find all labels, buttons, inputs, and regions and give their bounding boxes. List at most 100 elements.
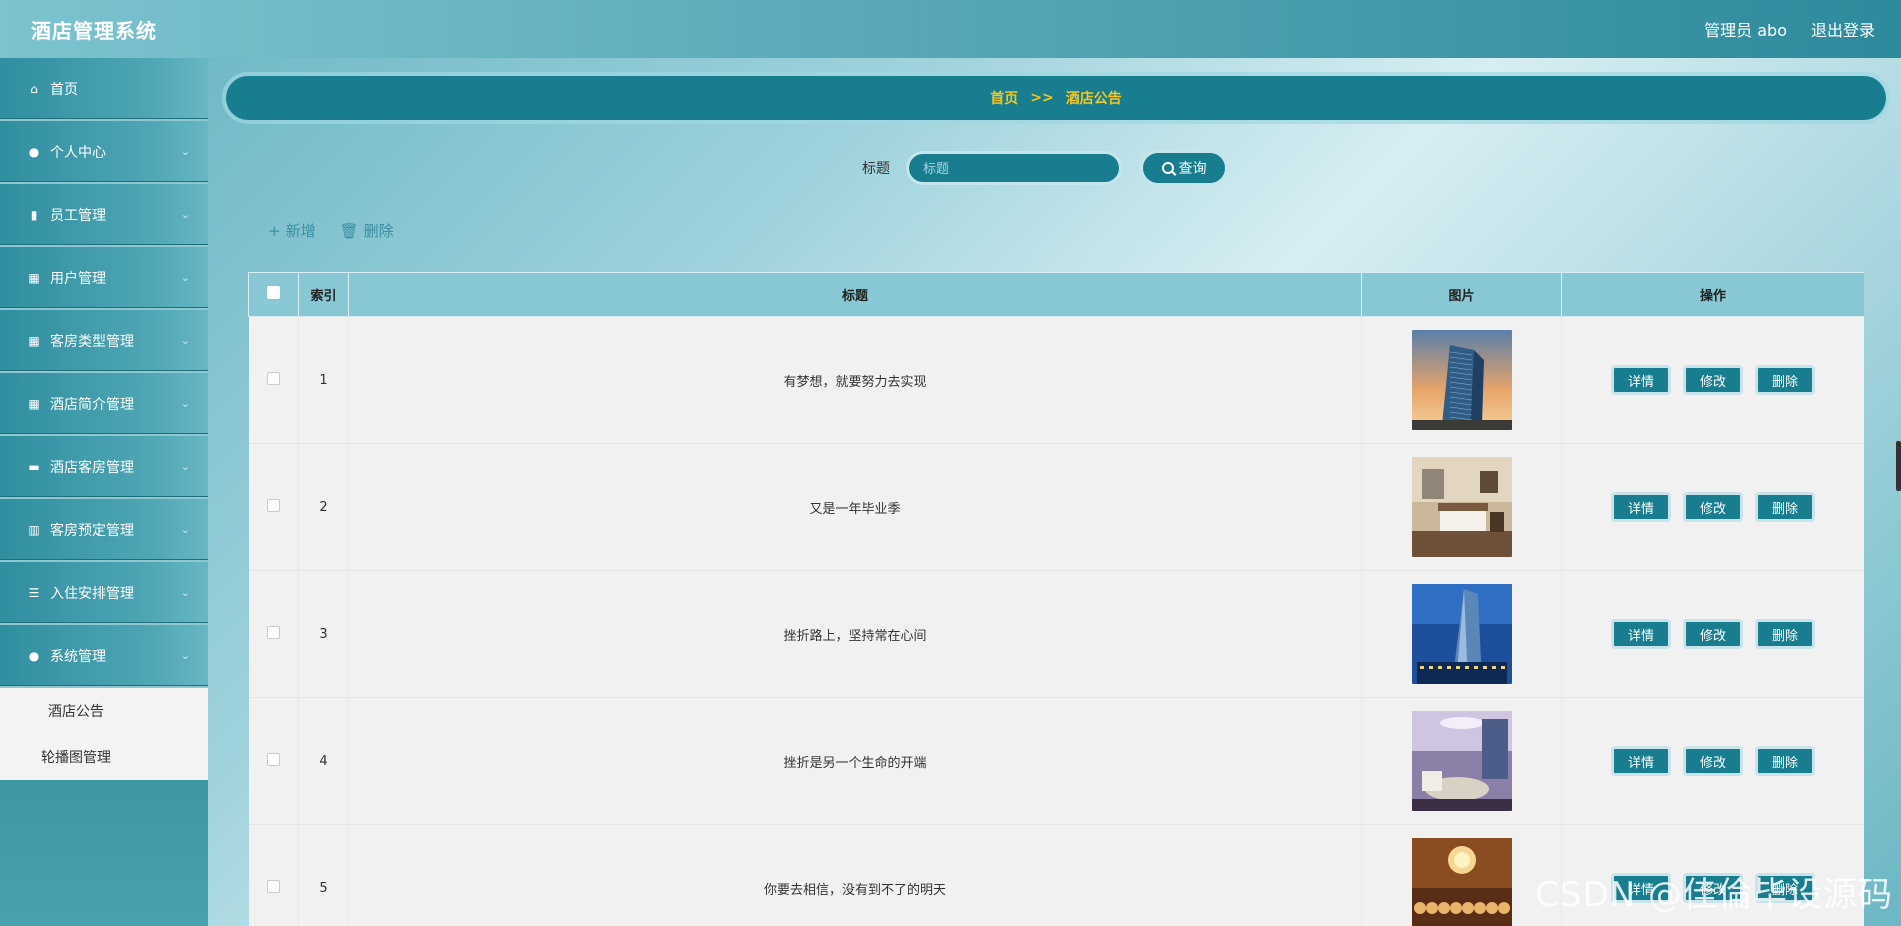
logout-link[interactable]: 退出登录 <box>1811 17 1875 41</box>
edit-button[interactable]: 修改 <box>1683 619 1743 649</box>
row-delete-button[interactable]: 删除 <box>1755 365 1815 395</box>
title-search-input[interactable] <box>906 151 1122 185</box>
row-delete-button[interactable]: 删除 <box>1755 492 1815 522</box>
select-cell <box>248 443 299 571</box>
row-delete-button[interactable]: 删除 <box>1755 619 1815 649</box>
edit-button[interactable]: 修改 <box>1683 365 1743 395</box>
grid-icon: ▦ <box>28 333 40 348</box>
announcement-image[interactable] <box>1362 838 1561 926</box>
index-cell: 2 <box>298 443 349 571</box>
image-cell <box>1361 570 1562 698</box>
submenu-item-0[interactable]: 酒店公告 <box>0 688 208 734</box>
scrollbar-thumb[interactable] <box>1896 441 1901 491</box>
actions-cell: 详情 修改 删除 <box>1561 443 1864 571</box>
sidebar-item-3[interactable]: ▦ 用户管理 ⌄ <box>0 247 208 310</box>
chevron-down-icon: ⌄ <box>180 208 190 221</box>
query-button[interactable]: 查询 <box>1140 150 1228 186</box>
edit-button[interactable]: 修改 <box>1683 746 1743 776</box>
detail-button[interactable]: 详情 <box>1611 619 1671 649</box>
index-cell: 5 <box>298 824 349 926</box>
row-checkbox[interactable] <box>266 879 280 893</box>
sidebar-item-0[interactable]: ⌂ 首页 <box>0 58 208 121</box>
sidebar-item-8[interactable]: ☰ 入住安排管理 ⌄ <box>0 562 208 625</box>
sidebar-item-label: 酒店客房管理 <box>50 459 134 476</box>
select-all-cell <box>248 272 299 317</box>
sidebar-item-label: 客房预定管理 <box>50 522 134 539</box>
sidebar-item-4[interactable]: ▦ 客房类型管理 ⌄ <box>0 310 208 373</box>
trash-icon: 🗑 <box>339 221 359 240</box>
breadcrumb-current: 酒店公告 <box>1065 91 1122 107</box>
chevron-down-icon: ⌄ <box>180 649 190 662</box>
select-all-checkbox[interactable] <box>267 286 280 299</box>
grid-icon: ▦ <box>28 396 40 411</box>
sidebar-item-5[interactable]: ▦ 酒店简介管理 ⌄ <box>0 373 208 436</box>
bar-chart-icon: ▥ <box>28 522 40 537</box>
sidebar-item-label: 个人中心 <box>50 144 106 161</box>
select-cell <box>248 316 299 444</box>
admin-user-label[interactable]: 管理员 abo <box>1704 17 1787 41</box>
column-header-title: 标题 <box>348 272 1362 317</box>
chevron-down-icon: ⌄ <box>180 145 190 158</box>
sidebar-item-1[interactable]: ● 个人中心 ⌄ <box>0 121 208 184</box>
plus-icon: + <box>268 221 281 240</box>
image-cell <box>1361 443 1562 571</box>
sidebar-item-label: 用户管理 <box>50 270 106 287</box>
app-title: 酒店管理系统 <box>31 18 157 43</box>
delete-button-label: 删除 <box>363 222 394 240</box>
top-header: 酒店管理系统 管理员 abo 退出登录 <box>0 0 1901 58</box>
sidebar-item-9[interactable]: ● 系统管理 ⌄ <box>0 625 208 688</box>
select-cell <box>248 697 299 825</box>
table-row: 1 有梦想，就要努力去实现 详情 修改 删除 <box>248 316 1864 444</box>
home-icon: ⌂ <box>30 81 38 96</box>
table-row: 2 又是一年毕业季 详情 修改 删除 <box>248 443 1864 571</box>
title-cell: 又是一年毕业季 <box>348 443 1362 571</box>
announcement-image[interactable] <box>1362 330 1561 430</box>
sidebar-item-2[interactable]: ▮ 员工管理 ⌄ <box>0 184 208 247</box>
detail-button[interactable]: 详情 <box>1611 746 1671 776</box>
sidebar-item-7[interactable]: ▥ 客房预定管理 ⌄ <box>0 499 208 562</box>
row-delete-button[interactable]: 删除 <box>1755 746 1815 776</box>
detail-button[interactable]: 详情 <box>1611 492 1671 522</box>
building-icon: ▮ <box>30 207 38 222</box>
title-cell: 你要去相信，没有到不了的明天 <box>348 824 1362 926</box>
grid-icon: ▦ <box>28 270 40 285</box>
user-icon: ● <box>28 144 40 159</box>
row-checkbox[interactable] <box>266 498 280 512</box>
column-header-image: 图片 <box>1361 272 1562 317</box>
image-cell <box>1361 316 1562 444</box>
table-row: 4 挫折是另一个生命的开端 详情 修改 删除 <box>248 697 1864 825</box>
watermark: CSDN @佳倫毕设源码 <box>1535 875 1893 915</box>
announcement-image[interactable] <box>1362 457 1561 557</box>
user-icon: ● <box>28 648 40 663</box>
sidebar-item-label: 系统管理 <box>50 648 106 665</box>
chevron-down-icon: ⌄ <box>180 586 190 599</box>
row-checkbox[interactable] <box>266 625 280 639</box>
table-header-row: 索引 标题 图片 操作 <box>248 272 1864 317</box>
detail-button[interactable]: 详情 <box>1611 365 1671 395</box>
breadcrumb: 首页 >> 酒店公告 <box>226 76 1886 120</box>
actions-cell: 详情 修改 删除 <box>1561 316 1864 444</box>
select-cell <box>248 824 299 926</box>
sidebar-item-label: 首页 <box>50 81 78 98</box>
chevron-down-icon: ⌄ <box>180 271 190 284</box>
actions-cell: 详情 修改 删除 <box>1561 697 1864 825</box>
column-header-index: 索引 <box>298 272 349 317</box>
breadcrumb-home[interactable]: 首页 <box>990 88 1018 108</box>
action-row: + 新增 🗑 删除 <box>268 220 394 241</box>
title-cell: 挫折是另一个生命的开端 <box>348 697 1362 825</box>
sidebar-item-6[interactable]: ▬ 酒店客房管理 ⌄ <box>0 436 208 499</box>
announcement-image[interactable] <box>1362 584 1561 684</box>
row-checkbox[interactable] <box>266 371 280 385</box>
add-button[interactable]: + 新增 <box>268 220 316 241</box>
sidebar: ⌂ 首页 ● 个人中心 ⌄ ▮ 员工管理 ⌄ ▦ 用户管理 ⌄ ▦ 客房类型管理 ⌄ ▦ 酒店简介管理 ⌄ ▬ 酒店… <box>0 58 208 926</box>
actions-cell: 详情 修改 删除 <box>1561 570 1864 698</box>
submenu-item-1[interactable]: 轮播图管理 <box>0 734 208 780</box>
edit-button[interactable]: 修改 <box>1683 492 1743 522</box>
index-cell: 1 <box>298 316 349 444</box>
row-checkbox[interactable] <box>266 752 280 766</box>
delete-button[interactable]: 🗑 删除 <box>340 220 394 241</box>
announcement-image[interactable] <box>1362 711 1561 811</box>
add-button-label: 新增 <box>285 222 316 240</box>
sidebar-item-label: 客房类型管理 <box>50 333 134 350</box>
sliders-icon: ☰ <box>28 585 40 600</box>
